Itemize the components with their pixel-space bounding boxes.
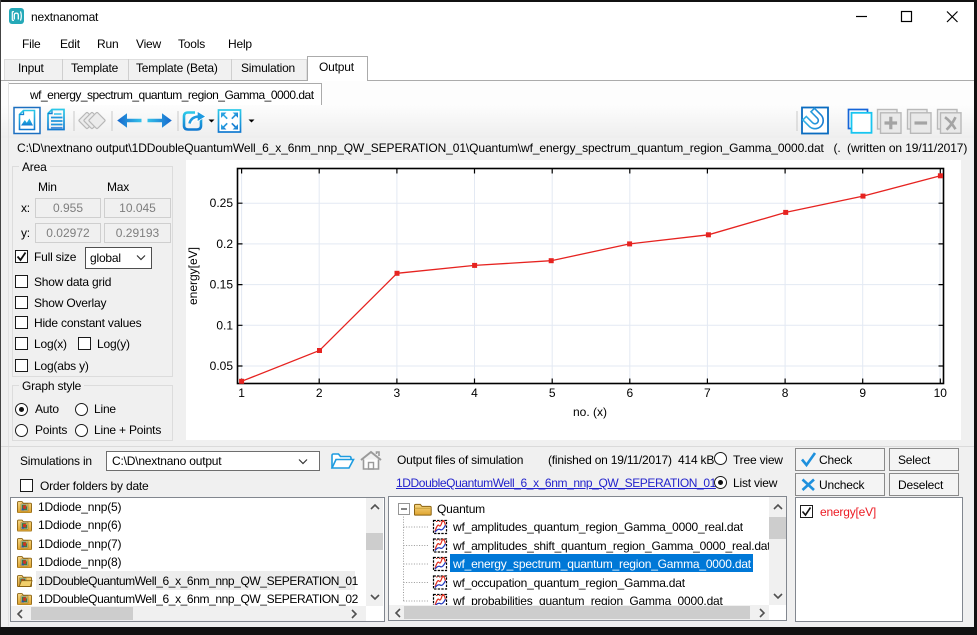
svg-text:9: 9 — [859, 386, 866, 400]
svg-text:0.1: 0.1 — [216, 318, 233, 332]
svg-text:7: 7 — [704, 386, 711, 400]
svg-text:8: 8 — [782, 386, 789, 400]
svg-text:6: 6 — [626, 386, 633, 400]
svg-text:5: 5 — [549, 386, 556, 400]
svg-text:3: 3 — [394, 386, 401, 400]
svg-text:4: 4 — [471, 386, 478, 400]
svg-text:0.05: 0.05 — [210, 359, 234, 373]
svg-text:1: 1 — [238, 386, 245, 400]
svg-text:2: 2 — [316, 386, 323, 400]
svg-text:0.2: 0.2 — [216, 237, 233, 251]
svg-text:0.15: 0.15 — [210, 278, 234, 292]
svg-text:0.25: 0.25 — [210, 196, 234, 210]
svg-text:10: 10 — [934, 386, 948, 400]
svg-text:no. (x): no. (x) — [573, 405, 607, 419]
svg-text:energy[eV]: energy[eV] — [186, 247, 200, 305]
